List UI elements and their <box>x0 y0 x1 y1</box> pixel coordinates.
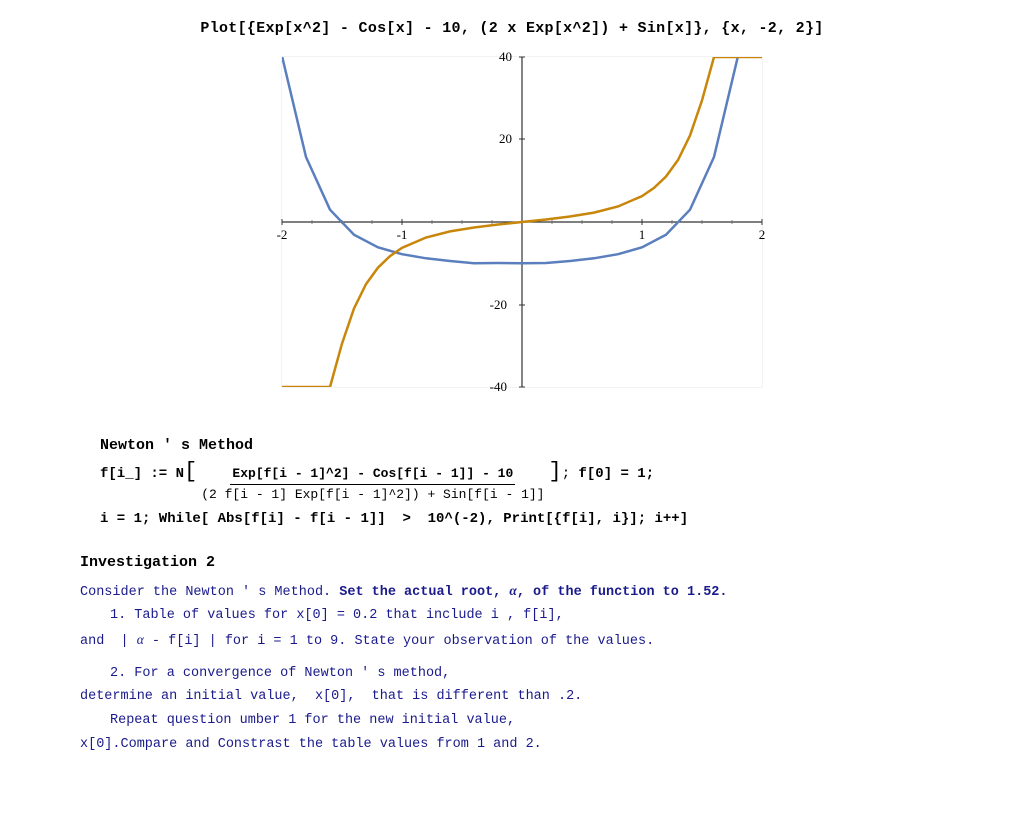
svg-text:-40: -40 <box>490 379 507 394</box>
investigation-body: Consider the Newton ' s Method. Set the … <box>80 579 944 756</box>
investigation-title: Investigation 2 <box>80 554 984 571</box>
svg-text:-20: -20 <box>490 297 507 312</box>
inv-line4: 2. For a convergence of Newton ' s metho… <box>110 662 944 686</box>
code-bracket-open: [ <box>184 462 197 482</box>
newton-section: Newton ' s Method f[i_] := N [ Exp[f[i -… <box>40 437 984 532</box>
svg-text:20: 20 <box>499 131 512 146</box>
code-fi-inner: Exp[f[i - 1]^2] - Cos[f[i - 1]] - 10 (2 … <box>199 464 546 504</box>
svg-text:1: 1 <box>639 227 646 242</box>
code-numerator: Exp[f[i - 1]^2] - Cos[f[i - 1]] - 10 <box>230 464 515 485</box>
newton-code: f[i_] := N [ Exp[f[i - 1]^2] - Cos[f[i -… <box>100 462 924 532</box>
plot-area: -2 -1 1 2 40 20 -20 -40 <box>222 47 802 417</box>
inv-line1: Consider the Newton ' s Method. Set the … <box>80 579 944 605</box>
inv-line6: Repeat question umber 1 for the new init… <box>110 709 944 733</box>
code-semicolon-f0: ; f[0] = 1; <box>562 464 654 485</box>
code-denominator: (2 f[i - 1] Exp[f[i - 1]^2]) + Sin[f[i -… <box>199 485 546 505</box>
inv-bold1: Set the actual root, α, of the function … <box>339 585 727 600</box>
code-fi-def: f[i_] := N <box>100 464 184 485</box>
inv-line7: x[0].Compare and Constrast the table val… <box>80 733 944 757</box>
alpha-symbol2: α <box>137 632 144 647</box>
svg-text:-1: -1 <box>397 227 408 242</box>
inv-line2: 1. Table of values for x[0] = 0.2 that i… <box>110 604 944 628</box>
code-while-line: i = 1; While[ Abs[f[i] - f[i - 1]] > 10^… <box>100 508 924 532</box>
inv-line3: and | α - f[i] | for i = 1 to 9. State y… <box>80 628 944 654</box>
newton-title: Newton ' s Method <box>100 437 984 454</box>
code-bracket-close: ] <box>548 462 561 482</box>
inv-line5: determine an initial value, x[0], that i… <box>80 685 944 709</box>
svg-text:2: 2 <box>759 227 766 242</box>
svg-text:-2: -2 <box>277 227 288 242</box>
alpha-symbol: α <box>509 583 516 598</box>
plot-title: Plot[{Exp[x^2] - Cos[x] - 10, (2 x Exp[x… <box>40 20 984 37</box>
investigation-section: Investigation 2 Consider the Newton ' s … <box>40 554 984 756</box>
svg-text:40: 40 <box>499 49 512 64</box>
